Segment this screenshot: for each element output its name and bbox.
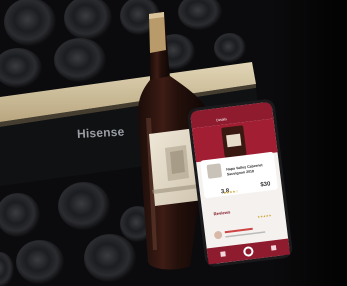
- review-stars: ★★★★★: [257, 213, 272, 220]
- wine-cooler-photo: [0, 0, 347, 286]
- app-header-title: Details: [215, 117, 228, 123]
- wine-price: $30: [260, 181, 271, 189]
- reviews-heading: Reviews: [213, 209, 231, 217]
- rating-stars: ★★★★☆: [222, 189, 239, 196]
- phone-app-screen: Details Napa Valley Cabernet Sauvignon 2…: [189, 103, 291, 262]
